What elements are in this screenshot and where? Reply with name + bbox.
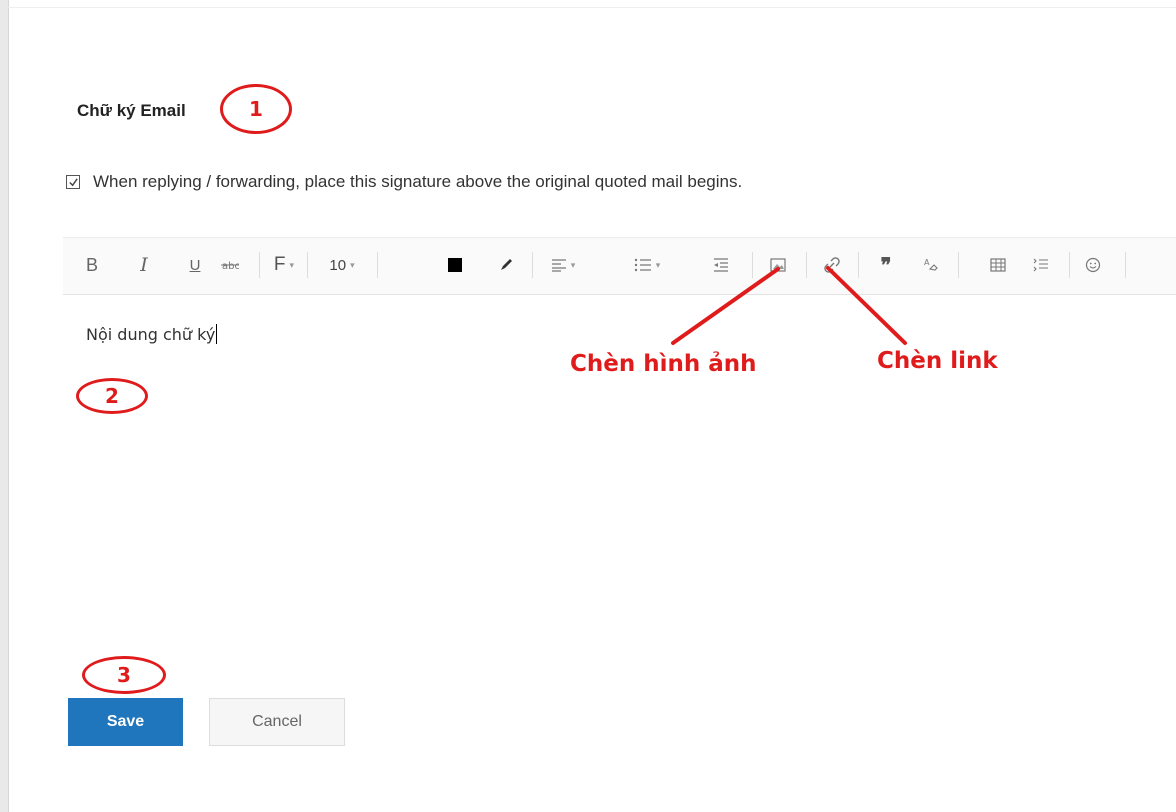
link-annotation-line: [826, 266, 907, 345]
image-annotation-line: [671, 267, 780, 345]
insert-image-annotation: Chèn hình ảnh: [570, 351, 757, 377]
step-1-label: 1: [249, 97, 263, 121]
annotation-arrows: [671, 266, 907, 345]
step-2-marker: 2: [76, 378, 148, 414]
cancel-button[interactable]: Cancel: [209, 698, 345, 746]
save-button[interactable]: Save: [68, 698, 183, 746]
step-3-marker: 3: [82, 656, 166, 694]
step-3-label: 3: [117, 663, 131, 687]
step-2-label: 2: [105, 384, 119, 408]
insert-link-annotation: Chèn link: [877, 348, 998, 374]
step-1-marker: 1: [220, 84, 292, 134]
